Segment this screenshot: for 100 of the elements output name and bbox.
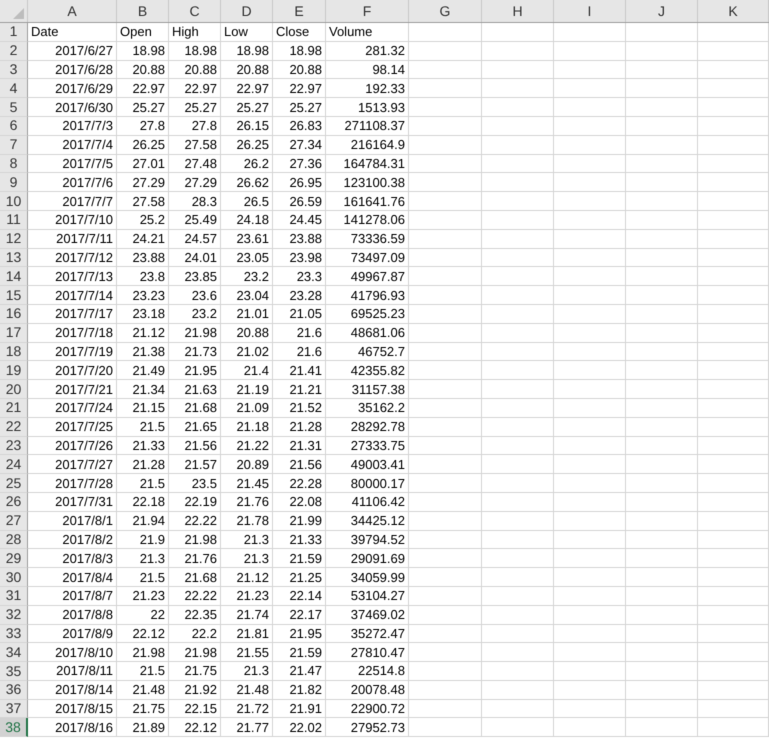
table-cell: 2017/7/5 [28,154,117,174]
table-cell [482,192,554,211]
table-cell [482,662,554,681]
row-header[interactable]: 28 [0,530,28,550]
table-cell: 20078.48 [326,680,409,700]
row-header[interactable]: 24 [0,455,28,474]
row-header[interactable]: 34 [0,643,28,662]
column-header[interactable]: C [169,0,221,22]
table-cell: 26.59 [273,192,326,211]
row-header[interactable]: 26 [0,492,28,512]
row-header[interactable]: 14 [0,267,28,286]
row-header[interactable]: 37 [0,700,28,718]
row-header[interactable]: 13 [0,248,28,268]
table-cell: 2017/8/2 [28,530,117,550]
table-cell: 22.14 [273,586,326,606]
column-header[interactable]: H [482,0,554,22]
row-header[interactable]: 36 [0,680,28,700]
row-header[interactable]: 20 [0,380,28,399]
table-cell [626,643,698,662]
row-header[interactable]: 6 [0,116,28,136]
table-cell: 20.88 [169,60,221,80]
table-cell: 22900.72 [326,700,409,718]
column-header[interactable]: A [28,0,117,22]
table-cell: 21.73 [169,342,221,362]
row-header[interactable]: 25 [0,474,28,493]
row-header[interactable]: 38 [0,718,28,738]
table-cell: 2017/7/20 [28,361,117,380]
column-header[interactable]: B [117,0,169,22]
table-cell [698,700,769,718]
table-cell [482,606,554,624]
row-header[interactable]: 12 [0,230,28,249]
table-cell: 21.18 [221,418,273,437]
column-header[interactable]: E [273,0,326,22]
table-cell [554,662,626,681]
row-header[interactable]: 2 [0,42,28,61]
row-header[interactable]: 31 [0,586,28,606]
table-cell [482,210,554,230]
table-cell [698,42,769,61]
table-cell: 21.98 [169,324,221,343]
table-cell: 2017/7/17 [28,304,117,324]
row-header[interactable]: 27 [0,512,28,531]
table-cell: 271108.37 [326,116,409,136]
table-cell: 28.3 [169,192,221,211]
row-header[interactable]: 33 [0,624,28,644]
table-cell: 25.2 [117,210,169,230]
row-header[interactable]: 9 [0,173,28,192]
row-header[interactable]: 22 [0,418,28,437]
row-header[interactable]: 29 [0,549,28,568]
table-cell: 21.63 [169,380,221,399]
table-cell: 21.41 [273,361,326,380]
table-cell [482,154,554,174]
table-cell [626,418,698,437]
row-header[interactable]: 35 [0,662,28,681]
table-cell: 1513.93 [326,98,409,117]
table-cell [482,492,554,512]
table-cell: 26.62 [221,173,273,192]
row-header[interactable]: 11 [0,210,28,230]
row-header[interactable]: 18 [0,342,28,362]
row-header[interactable]: 8 [0,154,28,174]
row-header[interactable]: 32 [0,606,28,624]
table-cell [698,98,769,117]
row-header[interactable]: 7 [0,136,28,155]
table-cell [482,643,554,662]
row-header[interactable]: 4 [0,79,28,98]
table-cell [698,286,769,305]
row-header[interactable]: 17 [0,324,28,343]
table-cell: 21.28 [273,418,326,437]
column-header[interactable]: F [326,0,409,22]
row-header[interactable]: 23 [0,436,28,456]
table-cell: 2017/7/4 [28,136,117,155]
table-cell [554,192,626,211]
table-cell [698,568,769,587]
row-header[interactable]: 3 [0,60,28,80]
row-header[interactable]: 15 [0,286,28,305]
column-header[interactable]: I [554,0,626,22]
table-cell [554,398,626,418]
table-cell: 21.74 [221,606,273,624]
table-cell: 21.59 [273,643,326,662]
column-header[interactable]: J [626,0,698,22]
table-cell: 2017/7/24 [28,398,117,418]
row-header[interactable]: 10 [0,192,28,211]
row-header[interactable]: 19 [0,361,28,380]
table-cell [482,324,554,343]
table-cell: 20.88 [117,60,169,80]
row-header[interactable]: 30 [0,568,28,587]
table-cell: 27.58 [169,136,221,155]
table-cell: 22.08 [273,492,326,512]
table-cell: 2017/8/10 [28,643,117,662]
row-header[interactable]: 1 [0,23,28,42]
row-header[interactable]: 21 [0,398,28,418]
row-header[interactable]: 16 [0,304,28,324]
column-header[interactable]: K [698,0,769,22]
table-cell: 21.22 [221,436,273,456]
table-cell [698,455,769,474]
row-header[interactable]: 5 [0,98,28,117]
table-cell [626,568,698,587]
table-cell [554,512,626,531]
table-cell: 25.27 [169,98,221,117]
column-header[interactable]: G [409,0,482,22]
column-header[interactable]: D [221,0,273,22]
